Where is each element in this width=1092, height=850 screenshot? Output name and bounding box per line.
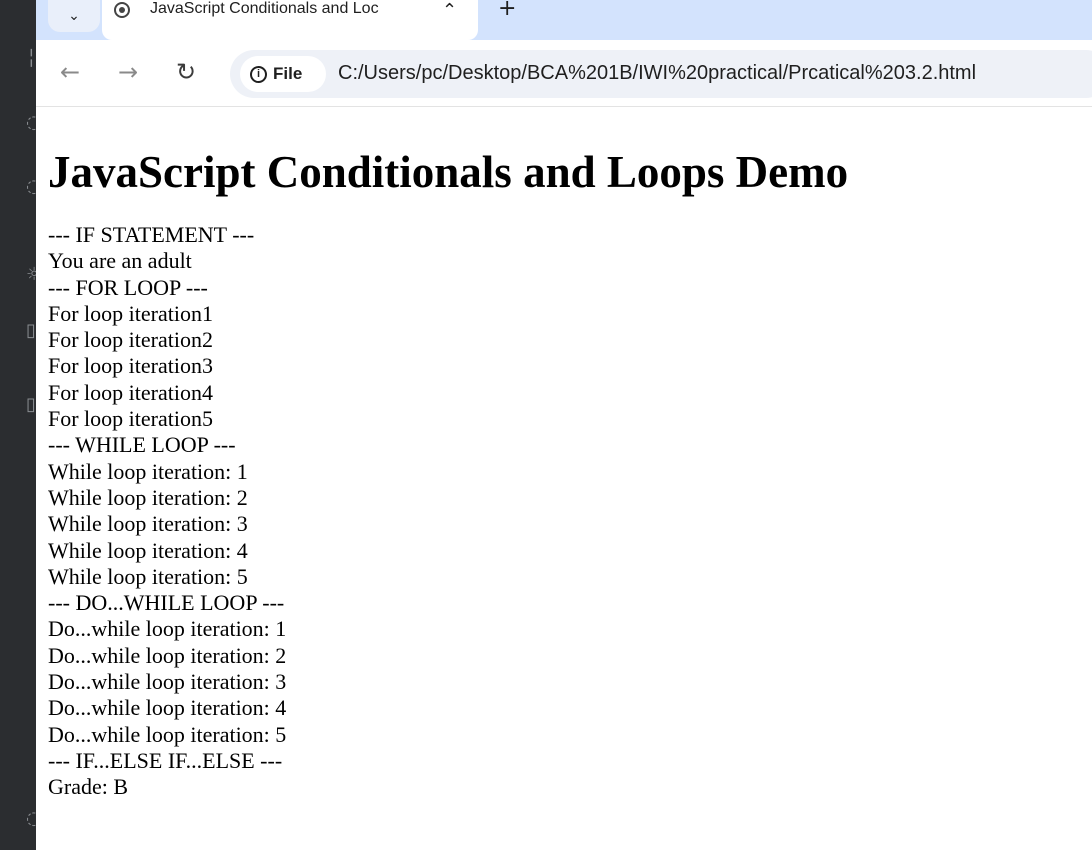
chevron-up-icon[interactable]: ⌃ xyxy=(442,0,457,21)
output-line: --- IF STATEMENT --- xyxy=(48,222,255,247)
output-line: Do...while loop iteration: 3 xyxy=(48,669,287,695)
output-line: --- WHILE LOOP --- xyxy=(48,432,236,458)
output-line: While loop iteration: 1 xyxy=(48,458,248,484)
tab-title: JavaScript Conditionals and Loc xyxy=(150,0,379,17)
output-line: For loop iteration2 xyxy=(48,327,213,353)
editor-icon: ▯ xyxy=(26,394,36,415)
url-text[interactable]: C:/Users/pc/Desktop/BCA%201B/IWI%20pract… xyxy=(338,62,976,85)
tab-strip: ⌄ JavaScript Conditionals and Loc ⌃ + xyxy=(36,0,1092,40)
site-info-label: File xyxy=(273,64,303,83)
editor-icon: ▯ xyxy=(26,320,36,341)
output-line: While loop iteration: 3 xyxy=(48,511,248,537)
browser-toolbar: ← → ↻ i File C:/Users/pc/Desktop/BCA%201… xyxy=(36,40,1092,107)
output-line: Do...while loop iteration: 5 xyxy=(48,721,287,747)
address-bar[interactable]: i File C:/Users/pc/Desktop/BCA%201B/IWI%… xyxy=(230,50,1092,98)
new-tab-icon[interactable]: + xyxy=(498,0,516,21)
back-arrow-icon[interactable]: ← xyxy=(60,58,80,86)
chevron-down-icon: ⌄ xyxy=(68,8,80,24)
output-line: Do...while loop iteration: 1 xyxy=(48,616,287,642)
output-list: --- IF STATEMENT --- You are an adult --- … xyxy=(48,222,1088,801)
info-icon: i xyxy=(250,65,267,83)
output-line: For loop iteration5 xyxy=(48,406,213,432)
tab-search-button[interactable]: ⌄ xyxy=(48,0,100,32)
output-line: While loop iteration: 4 xyxy=(48,537,248,563)
page-heading: JavaScript Conditionals and Loops Demo xyxy=(48,147,849,197)
output-line: Do...while loop iteration: 4 xyxy=(48,695,287,721)
output-line: --- DO...WHILE LOOP --- xyxy=(48,590,285,616)
output-line: Do...while loop iteration: 2 xyxy=(48,642,287,668)
output-line: Grade: B xyxy=(48,774,129,800)
output-line: --- FOR LOOP --- xyxy=(48,274,208,300)
tab-active[interactable]: JavaScript Conditionals and Loc ⌃ xyxy=(102,0,478,40)
output-line: You are an adult xyxy=(48,248,192,274)
output-line: While loop iteration: 2 xyxy=(48,484,248,510)
output-line: For loop iteration1 xyxy=(48,300,213,326)
forward-arrow-icon[interactable]: → xyxy=(118,58,138,86)
background-editor-window: ╎ ◌ ◌ ☼ ▯ ▯ ◌ xyxy=(0,0,42,850)
output-line: For loop iteration3 xyxy=(48,353,213,379)
output-line: For loop iteration4 xyxy=(48,379,213,405)
reload-icon[interactable]: ↻ xyxy=(176,58,196,86)
output-line: --- IF...ELSE IF...ELSE --- xyxy=(48,747,283,773)
page-content: JavaScript Conditionals and Loops Demo -… xyxy=(48,108,1088,801)
output-line: While loop iteration: 5 xyxy=(48,563,248,589)
site-info-chip[interactable]: i File xyxy=(240,56,326,92)
globe-icon xyxy=(114,2,130,18)
